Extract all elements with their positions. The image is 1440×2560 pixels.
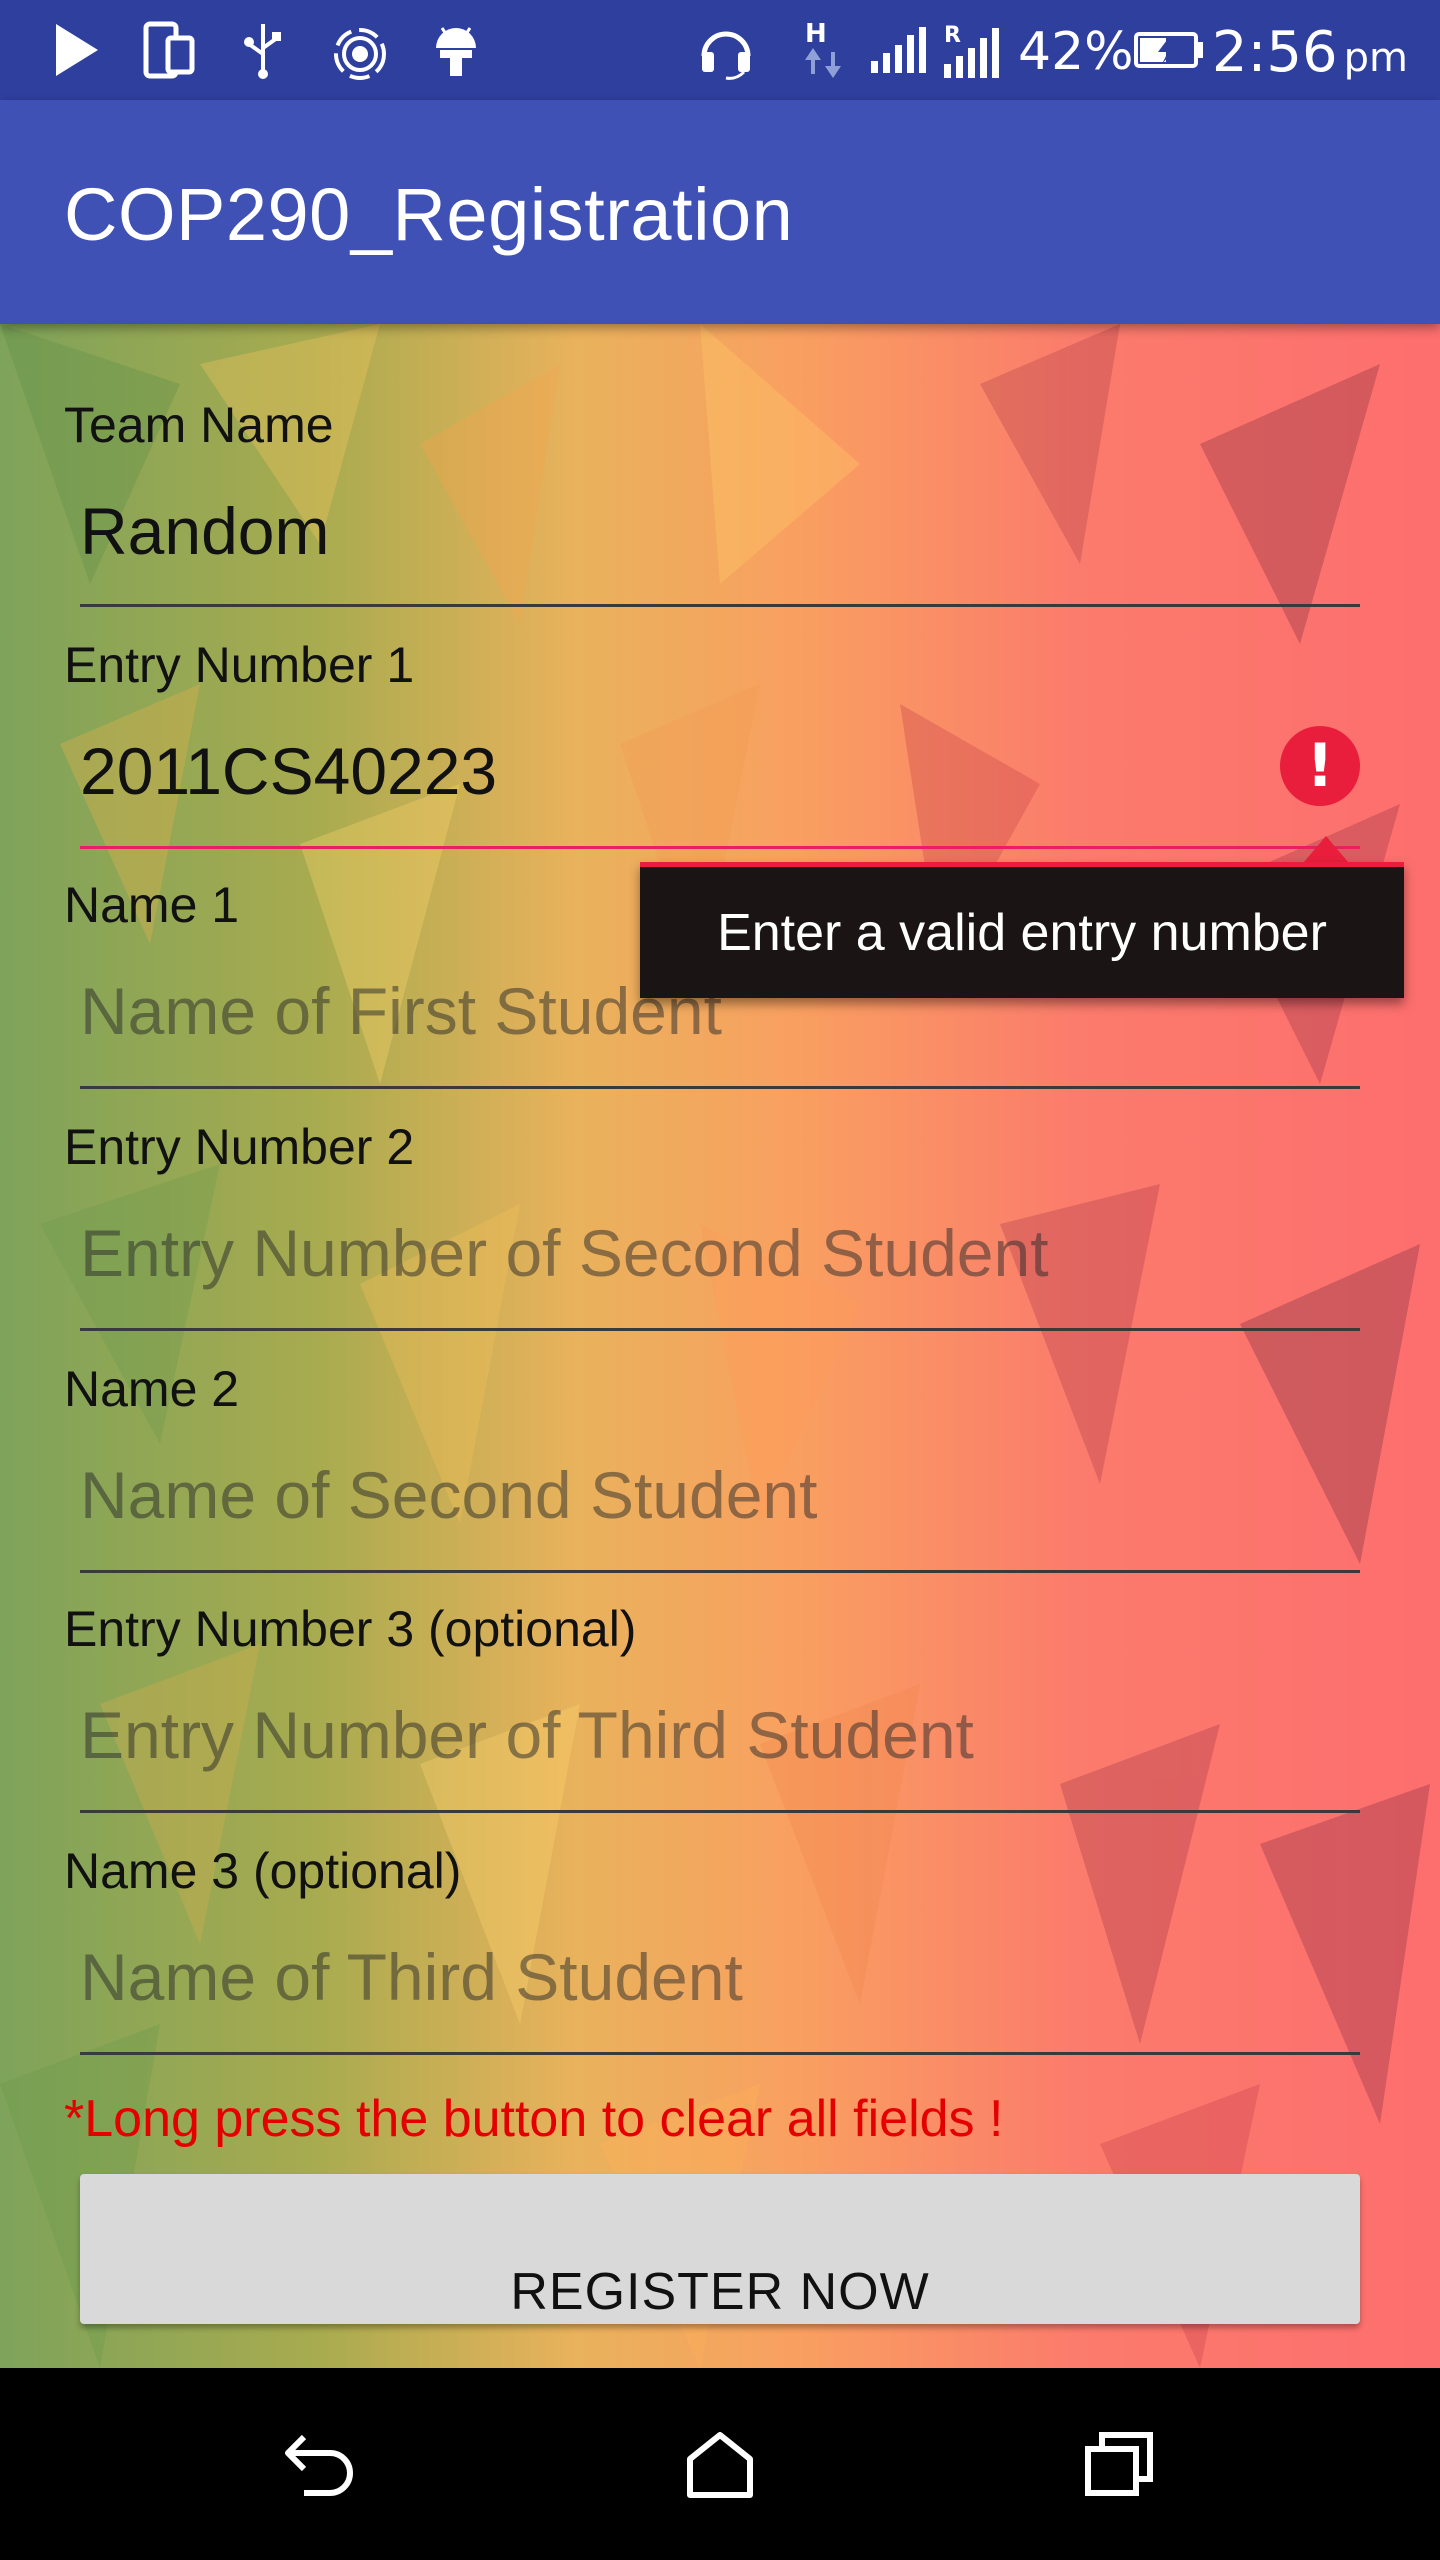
name-3-label: Name 3 (optional) <box>64 1843 462 1899</box>
back-icon[interactable] <box>270 2414 370 2514</box>
entry-number-1-input[interactable] <box>80 716 1260 826</box>
error-popup-arrow <box>1304 836 1348 862</box>
clock-time: 2:56 <box>1211 20 1338 85</box>
clock-ampm: pm <box>1343 35 1408 81</box>
registration-form: Team Name Entry Number 1 ! Name 1 Entry … <box>0 324 1440 2368</box>
entry-number-1-underline <box>80 846 1360 849</box>
entry-number-1-label: Entry Number 1 <box>64 637 415 693</box>
error-popup: Enter a valid entry number <box>640 862 1404 998</box>
battery-charging-icon <box>1134 18 1206 82</box>
name-1-label: Name 1 <box>64 877 240 933</box>
recents-icon[interactable] <box>1070 2414 1170 2514</box>
name-2-label: Name 2 <box>64 1361 240 1417</box>
svg-text:H: H <box>805 19 827 49</box>
error-icon[interactable]: ! <box>1280 726 1360 806</box>
register-now-button[interactable]: REGISTER NOW <box>80 2174 1360 2324</box>
roaming-signal-icon: R <box>942 18 1008 82</box>
status-bar: H R 42% 2:56 pm <box>0 0 1440 100</box>
entry-number-3-underline <box>80 1810 1360 1813</box>
h-data-icon: H <box>798 18 848 82</box>
signal-icon <box>868 18 930 82</box>
entry-number-2-input[interactable] <box>80 1198 1360 1308</box>
entry-number-3-label: Entry Number 3 (optional) <box>64 1601 637 1657</box>
team-name-label: Team Name <box>64 397 334 453</box>
android-icon <box>428 18 484 82</box>
polygon-background <box>0 324 1430 2368</box>
name-2-input[interactable] <box>80 1440 1360 1550</box>
navigation-bar <box>0 2368 1440 2560</box>
home-icon[interactable] <box>670 2414 770 2514</box>
entry-number-2-label: Entry Number 2 <box>64 1119 415 1175</box>
clock: 2:56 pm <box>1212 20 1408 85</box>
battery-percent: 42% <box>1018 22 1134 82</box>
device-icon <box>140 18 200 82</box>
app-title: COP290_Registration <box>64 173 794 256</box>
name-2-underline <box>80 1570 1360 1573</box>
usb-icon <box>238 18 288 82</box>
team-name-input[interactable] <box>80 476 1360 586</box>
play-icon <box>48 18 104 82</box>
name-1-underline <box>80 1086 1360 1089</box>
clear-fields-hint: *Long press the button to clear all fiel… <box>64 2090 1004 2148</box>
svg-text:R: R <box>944 23 961 48</box>
app-bar: COP290_Registration <box>0 100 1440 324</box>
entry-number-2-underline <box>80 1328 1360 1331</box>
entry-number-3-input[interactable] <box>80 1680 1360 1790</box>
team-name-underline <box>80 604 1360 607</box>
radio-icon <box>330 18 390 82</box>
name-3-input[interactable] <box>80 1922 1360 2032</box>
headset-icon <box>696 18 756 82</box>
name-3-underline <box>80 2052 1360 2055</box>
